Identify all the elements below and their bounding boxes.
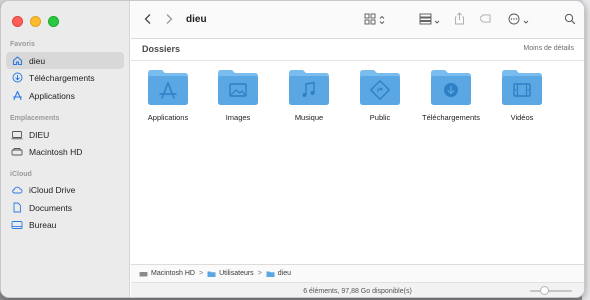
toolbar: dieu bbox=[131, 1, 584, 39]
crumb-label: dieu bbox=[277, 270, 292, 277]
forward-button[interactable] bbox=[164, 13, 174, 29]
document-icon bbox=[11, 202, 23, 214]
music-folder-icon bbox=[289, 70, 329, 105]
search-button[interactable] bbox=[564, 13, 576, 29]
back-button[interactable] bbox=[143, 13, 153, 29]
public-folder-icon bbox=[360, 70, 400, 105]
tag-icon bbox=[478, 12, 493, 30]
computer-icon bbox=[11, 129, 23, 141]
folder-telechargements[interactable]: Téléchargements bbox=[411, 67, 491, 122]
view-mode-button[interactable] bbox=[364, 13, 385, 29]
grid-view-icon bbox=[364, 12, 376, 30]
slider-knob[interactable] bbox=[539, 286, 549, 295]
sidebar-item-label: Macintosh HD bbox=[29, 146, 83, 157]
sidebar-item-macintosh-hd[interactable]: Macintosh HD bbox=[6, 143, 124, 160]
folder-label: Téléchargements bbox=[422, 113, 480, 122]
sidebar-item-label: dieu bbox=[29, 55, 46, 66]
zoom-button[interactable] bbox=[48, 16, 59, 27]
more-actions-button[interactable] bbox=[508, 13, 529, 29]
crumb-label: Macintosh HD bbox=[151, 270, 195, 277]
crumb-label: Utilisateurs bbox=[219, 270, 254, 277]
folder-applications[interactable]: Applications bbox=[128, 67, 208, 122]
folder-videos[interactable]: Vidéos bbox=[482, 67, 562, 122]
updown-chevron-icon bbox=[379, 12, 385, 30]
status-bar: 6 éléments, 97,88 Go disponible(s) bbox=[131, 282, 584, 297]
path-crumb-utilisateurs[interactable]: Utilisateurs bbox=[207, 270, 254, 278]
images-folder-icon bbox=[218, 70, 258, 105]
less-details-link[interactable]: Moins de détails bbox=[523, 45, 574, 52]
path-separator: > bbox=[257, 270, 262, 277]
download-icon bbox=[11, 72, 23, 84]
finder-window: Favoris dieu Téléchargements Application… bbox=[0, 0, 585, 298]
sidebar: Favoris dieu Téléchargements Application… bbox=[1, 1, 130, 297]
home-icon bbox=[11, 55, 23, 67]
chevron-down-icon bbox=[523, 12, 529, 30]
sidebar-item-applications[interactable]: Applications bbox=[6, 87, 124, 104]
sidebar-section-favoris: Favoris bbox=[10, 41, 35, 48]
window-title: dieu bbox=[186, 14, 207, 25]
sidebar-item-documents[interactable]: Documents bbox=[6, 199, 124, 216]
section-title: Dossiers bbox=[142, 44, 181, 54]
group-icon bbox=[419, 12, 432, 30]
chevron-left-icon bbox=[143, 12, 153, 30]
chevron-down-icon bbox=[434, 12, 440, 30]
sidebar-section-emplacements: Emplacements bbox=[10, 115, 60, 122]
cloud-icon bbox=[11, 184, 23, 196]
sidebar-section-icloud: iCloud bbox=[10, 171, 32, 178]
applications-icon bbox=[11, 90, 23, 102]
applications-folder-icon bbox=[148, 70, 188, 105]
path-crumb-macintosh-hd[interactable]: Macintosh HD bbox=[139, 270, 195, 278]
folder-label: Applications bbox=[147, 113, 189, 122]
minimize-button[interactable] bbox=[30, 16, 41, 27]
folder-label: Musique bbox=[294, 113, 324, 122]
sidebar-item-icloud-drive[interactable]: iCloud Drive bbox=[6, 181, 124, 198]
path-bar: Macintosh HD > Utilisateurs > dieu bbox=[131, 264, 584, 282]
ellipsis-circle-icon bbox=[508, 12, 520, 30]
disk-icon bbox=[139, 270, 148, 278]
sidebar-item-label: iCloud Drive bbox=[29, 184, 76, 195]
status-text: 6 éléments, 97,88 Go disponible(s) bbox=[303, 287, 412, 295]
section-header: Dossiers Moins de détails bbox=[131, 39, 584, 61]
sidebar-item-dieu[interactable]: dieu bbox=[6, 52, 124, 69]
disk-icon bbox=[11, 146, 23, 158]
sidebar-item-label: Bureau bbox=[29, 219, 57, 230]
sidebar-item-dieu-computer[interactable]: DIEU bbox=[6, 126, 124, 143]
downloads-folder-icon bbox=[431, 70, 471, 105]
path-crumb-dieu[interactable]: dieu bbox=[266, 270, 291, 278]
slider-track bbox=[530, 290, 572, 292]
search-icon bbox=[564, 12, 576, 30]
folder-label: Vidéos bbox=[510, 113, 534, 122]
sidebar-item-label: Documents bbox=[29, 202, 72, 213]
folder-label: Public bbox=[369, 113, 391, 122]
folder-icon bbox=[207, 270, 216, 278]
sidebar-item-label: Applications bbox=[29, 90, 75, 101]
folder-grid: Applications Images Musique Public Téléc… bbox=[131, 67, 584, 137]
chevron-right-icon bbox=[164, 12, 174, 30]
desktop-icon bbox=[11, 219, 23, 231]
folder-public[interactable]: Public bbox=[340, 67, 420, 122]
tag-button[interactable] bbox=[478, 12, 493, 30]
path-separator: > bbox=[198, 270, 204, 277]
group-button[interactable] bbox=[419, 13, 440, 29]
icon-size-slider[interactable] bbox=[530, 286, 572, 295]
share-icon bbox=[454, 12, 465, 30]
sidebar-item-label: Téléchargements bbox=[29, 72, 95, 83]
window-controls bbox=[12, 16, 59, 27]
close-button[interactable] bbox=[12, 16, 23, 27]
folder-images[interactable]: Images bbox=[198, 67, 278, 122]
sidebar-item-label: DIEU bbox=[29, 129, 50, 140]
sidebar-item-bureau[interactable]: Bureau bbox=[6, 216, 124, 233]
share-button[interactable] bbox=[454, 12, 465, 30]
sidebar-item-telechargements[interactable]: Téléchargements bbox=[6, 69, 124, 86]
home-folder-icon bbox=[266, 270, 275, 278]
folder-musique[interactable]: Musique bbox=[269, 67, 349, 122]
videos-folder-icon bbox=[502, 70, 542, 105]
folder-label: Images bbox=[225, 113, 251, 122]
